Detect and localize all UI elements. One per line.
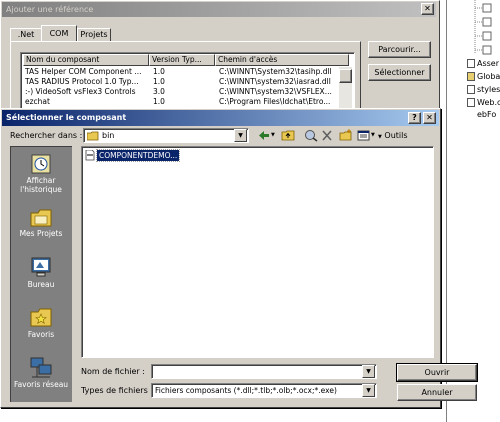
favorites-icon bbox=[30, 308, 52, 327]
file-icon bbox=[467, 98, 475, 107]
look-in-dropdown-arrow[interactable]: ▼ bbox=[234, 129, 247, 142]
place-history[interactable]: Affichar l'historique bbox=[10, 152, 72, 198]
table-row[interactable]: ezchat 1.0 C:\Program Files\Idchat\Etro.… bbox=[23, 97, 349, 107]
folder-icon bbox=[87, 131, 99, 141]
place-history-label: Affichar l'historique bbox=[20, 176, 62, 194]
place-desktop[interactable]: Bureau bbox=[10, 256, 72, 292]
com-component-list[interactable]: Nom du composant Version Typ... Chemin d… bbox=[20, 52, 355, 112]
open-button[interactable]: Ouvrir bbox=[396, 363, 478, 382]
back-button[interactable] bbox=[257, 129, 271, 142]
file-icon bbox=[467, 72, 475, 81]
select-component-title-bar: Sélectionner le composant bbox=[2, 110, 439, 126]
select-component-title: Sélectionner le composant bbox=[6, 113, 127, 122]
place-my-projects[interactable]: Mes Projets bbox=[10, 207, 72, 243]
place-favorites[interactable]: Favoris bbox=[10, 306, 72, 342]
look-in-dropdown[interactable]: bin ▼ bbox=[83, 128, 249, 143]
filetype-label: Types de fichiers : bbox=[81, 386, 153, 395]
dll-file-icon bbox=[85, 150, 95, 161]
filename-label: Nom de fichier : bbox=[81, 367, 145, 376]
close-icon: ✕ bbox=[426, 113, 433, 122]
filename-dropdown-arrow[interactable]: ▼ bbox=[362, 365, 375, 378]
network-favorites-icon bbox=[30, 357, 52, 378]
search-web-button[interactable] bbox=[304, 129, 318, 142]
tools-label: Outils bbox=[384, 131, 408, 140]
table-row[interactable]: :-) VideoSoft vsFlex3 Controls 3.0 C:\WI… bbox=[23, 87, 349, 97]
close-icon: ✕ bbox=[424, 4, 431, 13]
place-my-projects-label: Mes Projets bbox=[19, 229, 63, 238]
back-arrow-icon bbox=[259, 131, 269, 140]
column-header-version[interactable]: Version Typ... bbox=[149, 54, 215, 66]
file-icon bbox=[467, 85, 475, 94]
new-folder-icon bbox=[339, 129, 352, 141]
add-reference-close-button[interactable]: ✕ bbox=[421, 3, 434, 15]
back-dropdown[interactable]: ▼ bbox=[271, 132, 277, 140]
table-row[interactable]: TAS RADIUS Protocol 1.0 Typ... 1.0 C:\WI… bbox=[23, 77, 349, 87]
file-item-label: COMPONENTDEMO... bbox=[95, 149, 181, 162]
column-header-name[interactable]: Nom du composant bbox=[23, 54, 149, 66]
filetype-dropdown-arrow[interactable]: ▼ bbox=[362, 384, 375, 397]
tree-lines bbox=[474, 0, 492, 55]
help-icon: ? bbox=[412, 113, 417, 122]
look-in-value: bin bbox=[102, 131, 115, 140]
table-row[interactable]: TAS Helper COM Component ... 1.0 C:\WINN… bbox=[23, 67, 349, 77]
place-network-favorites[interactable]: Favoris réseau bbox=[10, 356, 72, 396]
tab-dotnet[interactable]: .Net bbox=[10, 28, 42, 41]
solution-item[interactable]: stylesl bbox=[467, 84, 500, 96]
delete-icon bbox=[322, 130, 332, 141]
solution-item[interactable]: ebFo bbox=[467, 109, 500, 121]
up-folder-icon bbox=[281, 130, 295, 141]
look-in-label: Rechercher dans : bbox=[10, 131, 83, 140]
solution-item[interactable]: Web.c bbox=[467, 97, 500, 109]
add-reference-title-bar: Ajouter une référence bbox=[2, 2, 436, 17]
file-icon bbox=[467, 59, 475, 68]
filetype-value: Fichiers composants (*.dll;*.tlb;*.olb;*… bbox=[155, 386, 337, 395]
solution-item[interactable]: Asser bbox=[467, 58, 500, 70]
place-desktop-label: Bureau bbox=[27, 280, 55, 289]
tools-dropdown-icon: ▼ bbox=[378, 134, 382, 140]
add-reference-title: Ajouter une référence bbox=[6, 5, 94, 14]
tab-com[interactable]: COM bbox=[41, 25, 77, 42]
globe-search-icon bbox=[305, 130, 318, 142]
delete-button[interactable] bbox=[320, 129, 334, 142]
solution-item[interactable]: Globa bbox=[467, 71, 500, 83]
views-icon bbox=[357, 130, 370, 141]
new-folder-button[interactable] bbox=[339, 129, 353, 142]
desktop-icon bbox=[31, 257, 51, 277]
tools-menu[interactable]: ▼ Outils bbox=[378, 130, 416, 142]
history-icon bbox=[31, 154, 51, 174]
filetype-dropdown[interactable]: Fichiers composants (*.dll;*.tlb;*.olb;*… bbox=[151, 383, 377, 398]
help-button[interactable]: ? bbox=[408, 112, 421, 124]
scroll-thumb[interactable] bbox=[339, 69, 352, 83]
list-scrollbar[interactable] bbox=[339, 67, 352, 111]
filename-field[interactable]: ▼ bbox=[151, 364, 377, 379]
select-button[interactable]: Sélectionner bbox=[368, 64, 431, 81]
place-favorites-label: Favoris bbox=[27, 330, 55, 339]
browse-button[interactable]: Parcourir... bbox=[368, 41, 431, 58]
my-projects-icon bbox=[30, 209, 52, 227]
dialog-close-button[interactable]: ✕ bbox=[423, 112, 436, 124]
views-dropdown[interactable]: ▼ bbox=[371, 132, 377, 140]
up-folder-button[interactable] bbox=[281, 129, 295, 142]
views-button[interactable] bbox=[357, 129, 371, 142]
cancel-button[interactable]: Annuler bbox=[397, 384, 477, 401]
tab-projects[interactable]: Projets bbox=[77, 28, 111, 41]
file-list[interactable]: COMPONENTDEMO... bbox=[81, 146, 434, 358]
column-header-path[interactable]: Chemin d'accès bbox=[215, 54, 349, 66]
right-panel: Asser Globa stylesl Web.c ebFo bbox=[446, 0, 500, 422]
place-network-favorites-label: Favoris réseau bbox=[13, 380, 69, 389]
